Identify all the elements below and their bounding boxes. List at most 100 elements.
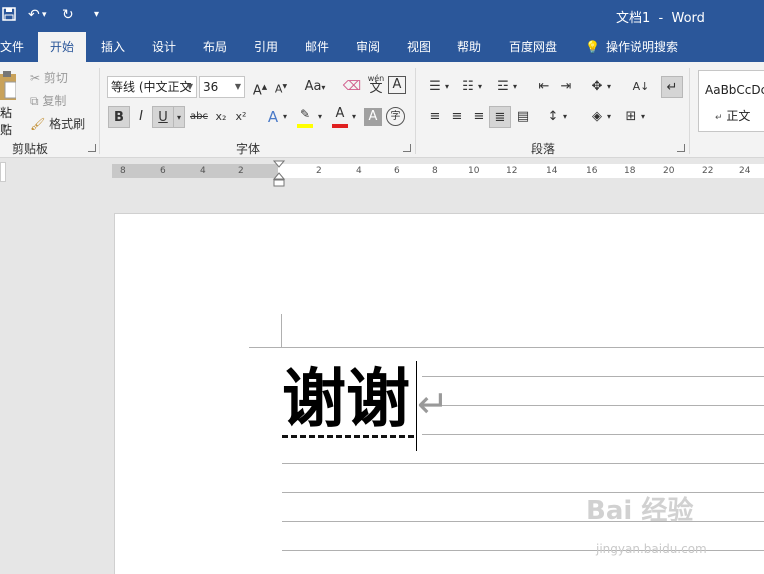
- chevron-down-icon[interactable]: ▾: [349, 106, 359, 128]
- tab-design[interactable]: 设计: [152, 32, 176, 62]
- ruler-number: 4: [200, 166, 206, 176]
- copy-button[interactable]: ⧉ 复制: [30, 92, 66, 110]
- ruler-number: 8: [432, 166, 438, 176]
- tab-insert[interactable]: 插入: [101, 32, 125, 62]
- grow-font-icon[interactable]: A▲: [249, 76, 271, 98]
- underline-dropdown-icon[interactable]: ▾: [173, 106, 185, 128]
- align-center-icon[interactable]: ≡: [446, 106, 468, 128]
- chevron-down-icon: ▼: [234, 82, 241, 91]
- font-group-label: 字体: [236, 142, 261, 156]
- ruler-number: 6: [394, 166, 400, 176]
- chevron-down-icon: ▼: [186, 82, 193, 91]
- paragraph-launcher-icon[interactable]: [677, 144, 685, 152]
- paintbrush-icon: 🖌: [30, 117, 46, 131]
- group-divider: [99, 68, 100, 154]
- tab-selector[interactable]: [0, 162, 6, 182]
- ruler-area: 8 6 4 2 2 4 6 8 10 12 14 16 18 20 22 24: [0, 158, 764, 188]
- clipboard-group-label: 剪贴板: [12, 142, 49, 156]
- lightbulb-icon: 💡: [585, 40, 600, 54]
- tab-view[interactable]: 视图: [407, 32, 431, 62]
- chevron-down-icon[interactable]: ▾: [604, 76, 614, 98]
- clipboard-icon: [0, 71, 16, 100]
- tab-baidu-netdisk[interactable]: 百度网盘: [509, 32, 557, 62]
- phonetic-guide-icon[interactable]: wén 文: [365, 74, 387, 98]
- font-launcher-icon[interactable]: [403, 144, 411, 152]
- tell-me-search[interactable]: 💡 操作说明搜索: [585, 32, 678, 62]
- enclose-characters-icon[interactable]: 字: [386, 107, 405, 126]
- horizontal-ruler[interactable]: 8 6 4 2 2 4 6 8 10 12 14 16 18 20 22 24: [112, 164, 764, 178]
- chevron-down-icon[interactable]: ▾: [315, 106, 325, 128]
- tab-references[interactable]: 引用: [254, 32, 278, 62]
- style-normal-label: ↵ 正文: [715, 109, 751, 123]
- ruler-number: 18: [624, 166, 636, 176]
- chevron-down-icon[interactable]: ▾: [604, 106, 614, 128]
- document-text[interactable]: 谢谢: [282, 362, 410, 438]
- chevron-down-icon[interactable]: ▾: [475, 76, 485, 98]
- paragraph-mark: ↵: [417, 382, 449, 426]
- underline-button[interactable]: U: [152, 106, 174, 128]
- chevron-down-icon[interactable]: ▾: [442, 76, 452, 98]
- ruler-number: 8: [120, 166, 126, 176]
- align-right-icon[interactable]: ≡: [468, 106, 490, 128]
- ruler-number: 12: [506, 166, 518, 176]
- cut-button[interactable]: ✂ 剪切: [30, 69, 68, 87]
- baidu-watermark-url: jingyan.baidu.com: [596, 542, 707, 556]
- tab-mailings[interactable]: 邮件: [305, 32, 329, 62]
- increase-indent-icon[interactable]: ⇥: [555, 76, 577, 98]
- style-preview: AaBbCcDc: [705, 83, 764, 97]
- justify-button[interactable]: ≣: [489, 106, 511, 128]
- character-border-icon[interactable]: A: [388, 76, 406, 94]
- chevron-down-icon[interactable]: ▾: [560, 106, 570, 128]
- sort-icon[interactable]: A↓: [630, 76, 652, 98]
- clear-formatting-icon[interactable]: ⌫: [341, 76, 363, 98]
- change-case-icon[interactable]: Aa▾: [300, 76, 330, 98]
- subscript-button[interactable]: x₂: [210, 106, 232, 128]
- ruler-number: 22: [702, 166, 714, 176]
- ruler-number: 24: [739, 166, 751, 176]
- redo-icon[interactable]: ↻: [62, 7, 74, 23]
- ruler-left-margin: [112, 164, 278, 178]
- bold-button[interactable]: B: [108, 106, 130, 128]
- ruler-number: 16: [586, 166, 598, 176]
- baidu-watermark: Bai 经验: [586, 496, 694, 526]
- ribbon: 粘贴 ▾ ✂ 剪切 ⧉ 复制 🖌 格式刷 剪贴板 等线 (中文正文 ▼ 36 ▼ A…: [0, 62, 764, 158]
- group-divider: [689, 68, 690, 154]
- font-name-select[interactable]: 等线 (中文正文 ▼: [107, 76, 197, 98]
- chevron-down-icon[interactable]: ▾: [280, 106, 290, 128]
- highlight-color-icon[interactable]: ✎: [294, 106, 316, 128]
- tab-home[interactable]: 开始: [38, 32, 87, 62]
- customize-toolbar-icon[interactable]: ▾: [94, 7, 99, 23]
- group-divider: [415, 68, 416, 154]
- paragraph-group-label: 段落: [531, 142, 556, 156]
- clipboard-launcher-icon[interactable]: [88, 144, 96, 152]
- indent-marker-icon[interactable]: [273, 160, 285, 188]
- strikethrough-button[interactable]: abc: [188, 106, 210, 128]
- undo-dropdown-icon[interactable]: ▾: [42, 7, 47, 23]
- grid-line: [282, 463, 764, 464]
- left-gutter: [0, 188, 6, 574]
- shrink-font-icon[interactable]: A▼: [270, 76, 292, 98]
- dash-dot-underline: [282, 434, 414, 438]
- paste-label: 粘贴: [0, 106, 13, 137]
- align-left-icon[interactable]: ≡: [424, 106, 446, 128]
- character-shading-icon[interactable]: A: [364, 108, 382, 126]
- font-size-select[interactable]: 36 ▼: [199, 76, 245, 98]
- paste-dropdown-icon[interactable]: ▾: [3, 122, 7, 131]
- tab-file[interactable]: 文件: [0, 32, 24, 62]
- distributed-align-icon[interactable]: ▤: [512, 106, 534, 128]
- undo-icon[interactable]: ↶: [28, 7, 40, 23]
- chevron-down-icon[interactable]: ▾: [510, 76, 520, 98]
- show-paragraph-marks-button[interactable]: ↵: [661, 76, 683, 98]
- format-painter-button[interactable]: 🖌 格式刷: [30, 115, 85, 133]
- paste-button[interactable]: 粘贴 ▾: [0, 68, 20, 137]
- superscript-button[interactable]: x²: [230, 106, 252, 128]
- tab-layout[interactable]: 布局: [203, 32, 227, 62]
- tab-help[interactable]: 帮助: [457, 32, 481, 62]
- italic-button[interactable]: I: [130, 106, 152, 128]
- decrease-indent-icon[interactable]: ⇤: [533, 76, 555, 98]
- font-color-icon[interactable]: A: [329, 106, 351, 128]
- chevron-down-icon[interactable]: ▾: [638, 106, 648, 128]
- save-icon[interactable]: [2, 7, 16, 25]
- style-normal[interactable]: AaBbCcDc ↵ 正文: [698, 70, 764, 132]
- tab-review[interactable]: 审阅: [356, 32, 380, 62]
